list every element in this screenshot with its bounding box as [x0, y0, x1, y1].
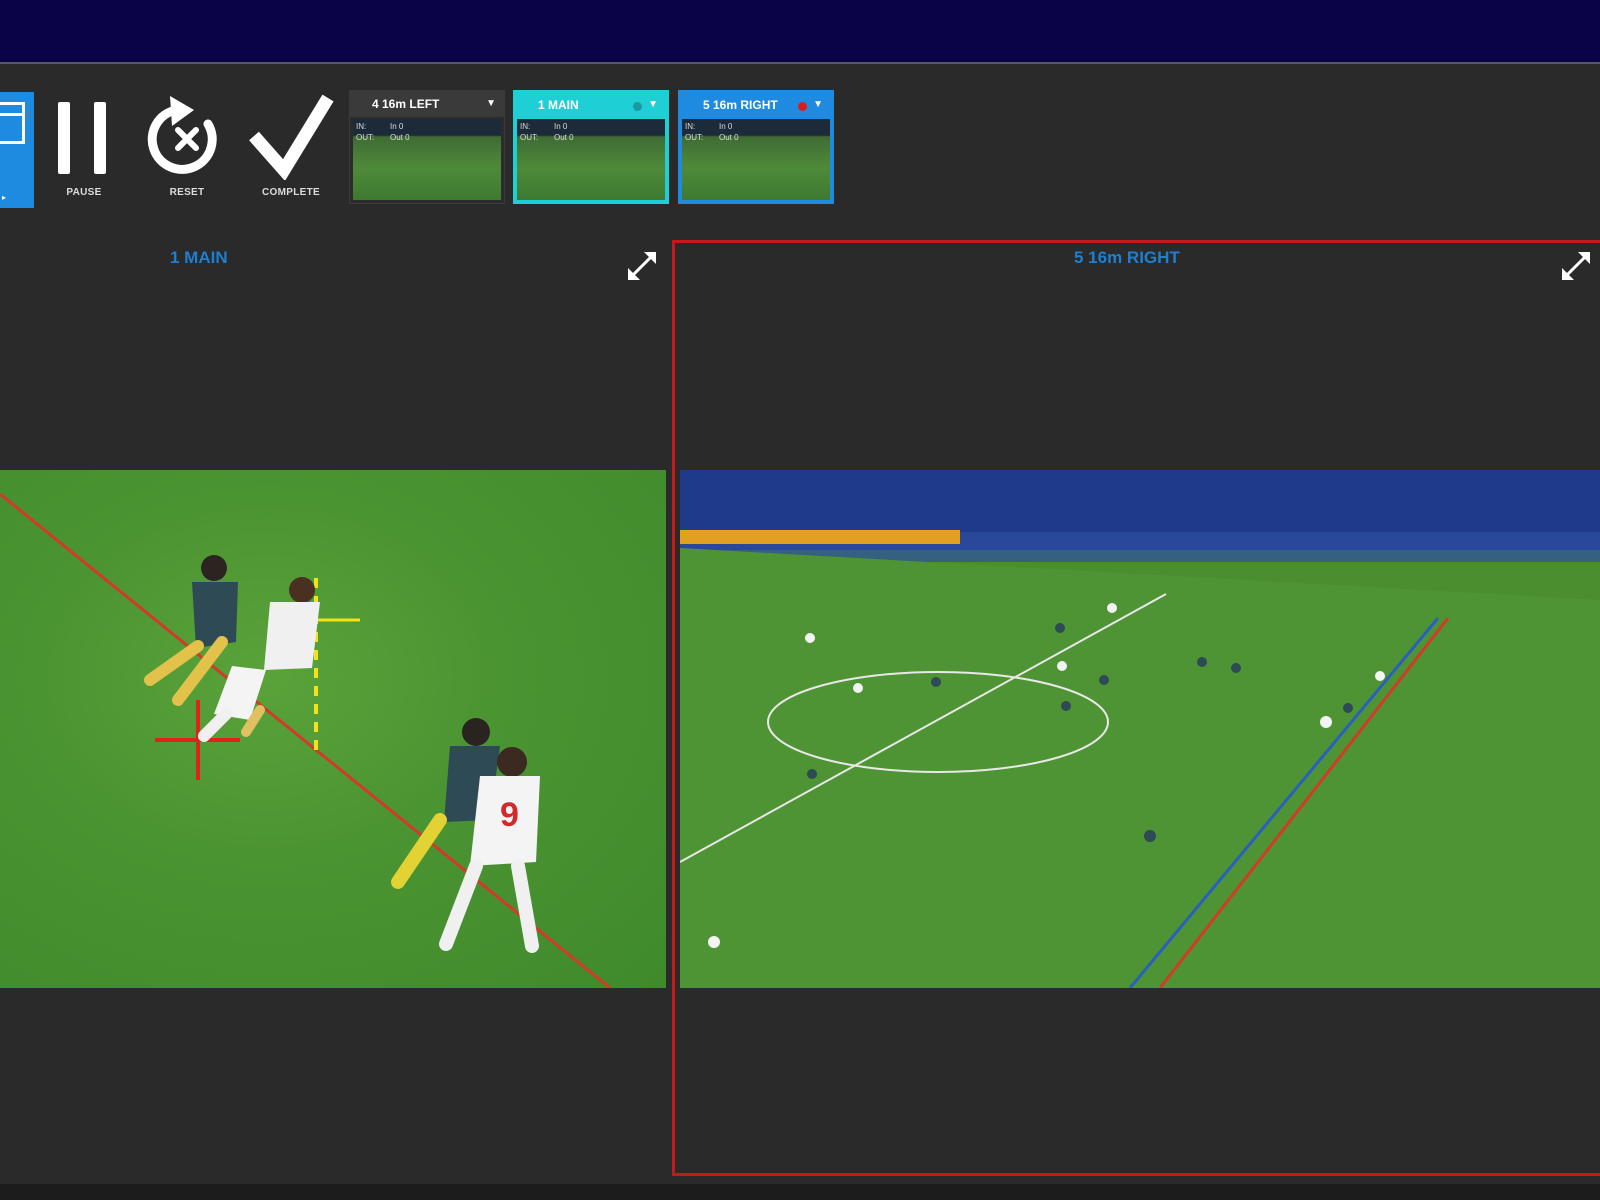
- out-label: OUT:: [685, 133, 704, 142]
- camera-label: 5 16m RIGHT: [703, 98, 778, 112]
- status-dot: [633, 102, 642, 111]
- chevron-down-icon[interactable]: ▼: [648, 93, 658, 117]
- in-label: IN:: [520, 122, 531, 131]
- reset-label: RESET: [169, 187, 205, 198]
- in-value: In 0: [719, 122, 733, 131]
- camera-label: 4 16m LEFT: [372, 97, 440, 111]
- camera-thumb-16m-right[interactable]: 5 16m RIGHT ▼ IN: In 0 OUT: Out 0: [678, 90, 834, 204]
- record-dot: [798, 102, 807, 111]
- expand-icon[interactable]: [624, 248, 660, 284]
- reset-button[interactable]: RESET: [142, 94, 232, 198]
- camera-thumb-main[interactable]: 1 MAIN ▼ IN: In 0 OUT: Out 0: [513, 90, 669, 204]
- camera-thumb-16m-left[interactable]: 4 16m LEFT ▼ IN: In 0 OUT: Out 0: [349, 90, 505, 204]
- in-out-readout: IN: In 0 OUT: Out 0: [520, 121, 588, 143]
- in-label: IN:: [356, 122, 367, 131]
- offside-line: [0, 492, 611, 988]
- status-strip: [0, 1184, 1600, 1200]
- chevron-down-icon[interactable]: ▼: [813, 93, 823, 117]
- chevron-down-icon[interactable]: ▼: [486, 91, 496, 117]
- offside-overlay: 9: [0, 492, 611, 988]
- camera-header: 4 16m LEFT ▼: [350, 91, 504, 117]
- pause-label: PAUSE: [66, 187, 102, 198]
- camera-header: 1 MAIN ▼: [516, 93, 666, 117]
- complete-button[interactable]: COMPLETE: [248, 94, 334, 198]
- complete-label: COMPLETE: [262, 187, 320, 198]
- out-value: Out 0: [554, 133, 574, 142]
- in-out-readout: IN: In 0 OUT: Out 0: [685, 121, 753, 143]
- check-icon: [249, 94, 334, 181]
- in-value: In 0: [554, 122, 568, 131]
- selected-panel-frame: [672, 240, 1600, 1176]
- camera-header: 5 16m RIGHT ▼: [681, 93, 831, 117]
- out-value: Out 0: [719, 133, 739, 142]
- pause-button[interactable]: PAUSE: [54, 94, 114, 198]
- window-button[interactable]: ▸: [0, 92, 34, 208]
- play-small-icon: ▸: [2, 193, 7, 202]
- out-label: OUT:: [520, 133, 539, 142]
- left-panel-title: 1 MAIN: [170, 248, 228, 267]
- title-bar: [0, 0, 1600, 64]
- window-icon: [0, 102, 25, 144]
- reset-icon: [147, 96, 217, 174]
- in-out-readout: IN: In 0 OUT: Out 0: [356, 121, 424, 143]
- pause-icon: [58, 102, 106, 174]
- main-camera-video[interactable]: 9: [0, 470, 666, 988]
- svg-text:9: 9: [500, 796, 519, 834]
- in-label: IN:: [685, 122, 696, 131]
- camera-label: 1 MAIN: [538, 98, 579, 112]
- in-value: In 0: [390, 122, 404, 131]
- out-label: OUT:: [356, 133, 375, 142]
- out-value: Out 0: [390, 133, 410, 142]
